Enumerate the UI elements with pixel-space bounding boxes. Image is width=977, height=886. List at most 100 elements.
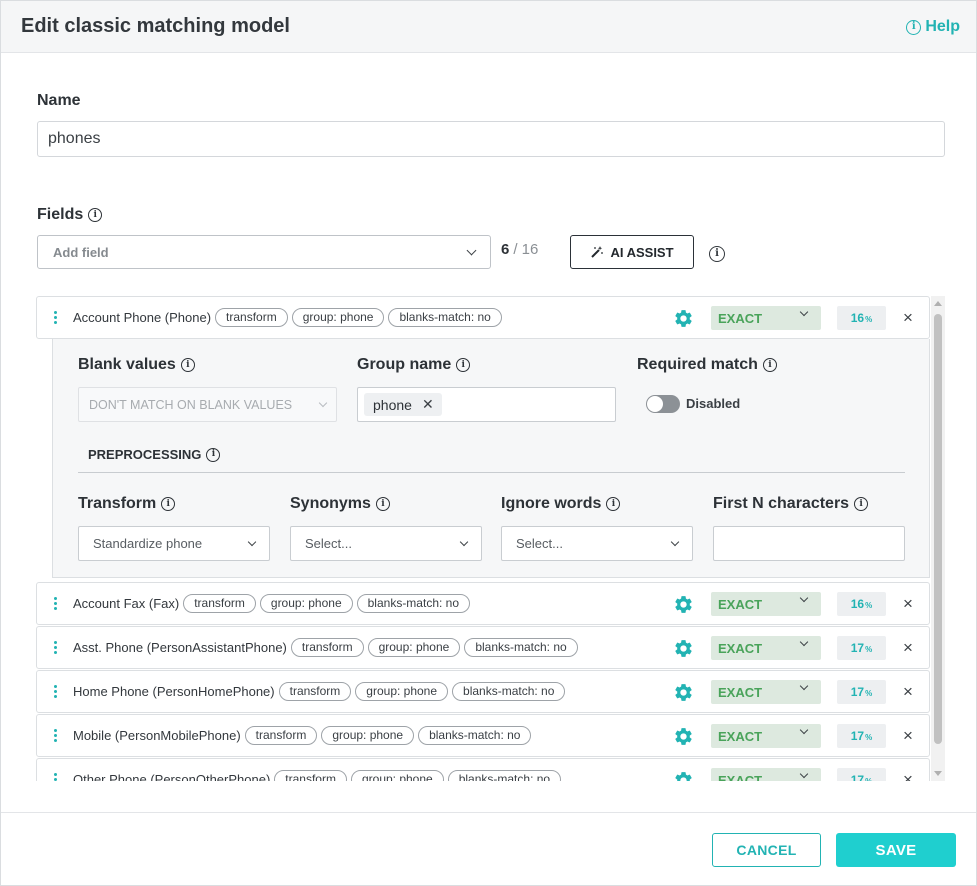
drag-handle-icon[interactable] bbox=[54, 311, 57, 324]
ignore-words-label-text: Ignore words bbox=[501, 495, 602, 512]
ignore-words-placeholder: Select... bbox=[516, 536, 563, 551]
tag-transform: transform bbox=[215, 308, 288, 327]
dialog-title: Edit classic matching model bbox=[21, 15, 290, 37]
drag-handle-icon[interactable] bbox=[54, 729, 57, 742]
cancel-button[interactable]: CANCEL bbox=[712, 833, 821, 867]
scroll-up-icon[interactable] bbox=[934, 301, 942, 306]
weight-value: 16 bbox=[850, 597, 865, 611]
field-row[interactable]: Other Phone (PersonOtherPhone) transform… bbox=[36, 758, 930, 781]
required-match-label-text: Required match bbox=[637, 356, 758, 373]
ignore-words-select[interactable]: Select... bbox=[501, 526, 693, 561]
match-type-select[interactable]: EXACT bbox=[711, 724, 821, 748]
info-icon[interactable]: i bbox=[606, 497, 621, 511]
gear-icon[interactable] bbox=[673, 770, 694, 781]
info-icon[interactable]: i bbox=[762, 358, 777, 372]
drag-handle-icon[interactable] bbox=[54, 685, 57, 698]
match-type-select[interactable]: EXACT bbox=[711, 636, 821, 660]
match-type-select[interactable]: EXACT bbox=[711, 306, 821, 330]
close-icon[interactable]: × bbox=[901, 727, 915, 745]
gear-icon[interactable] bbox=[673, 308, 694, 329]
chevron-down-icon bbox=[799, 637, 809, 647]
close-icon[interactable]: × bbox=[901, 595, 915, 613]
tag-group: group: phone bbox=[350, 770, 444, 781]
add-field-select[interactable]: Add field bbox=[37, 235, 491, 269]
info-icon[interactable]: i bbox=[854, 497, 869, 511]
info-icon[interactable]: i bbox=[206, 447, 221, 462]
field-row[interactable]: Mobile (PersonMobilePhone) transform gro… bbox=[36, 714, 930, 757]
info-icon[interactable]: i bbox=[180, 358, 195, 372]
chevron-down-icon bbox=[799, 725, 809, 735]
field-list-scrollbar[interactable] bbox=[931, 296, 945, 781]
help-link[interactable]: i Help bbox=[906, 18, 960, 36]
field-count-value: 6 bbox=[501, 241, 510, 258]
match-type-value: EXACT bbox=[718, 596, 763, 612]
info-icon[interactable]: i bbox=[375, 497, 390, 511]
match-type-value: EXACT bbox=[718, 728, 763, 744]
info-icon: i bbox=[709, 246, 725, 262]
gear-icon[interactable] bbox=[673, 726, 694, 747]
group-chip: phone ✕ bbox=[364, 393, 442, 416]
info-icon[interactable]: i bbox=[161, 497, 176, 511]
close-icon[interactable]: × bbox=[901, 771, 915, 782]
field-name: Home Phone (PersonHomePhone) bbox=[73, 684, 275, 699]
preprocessing-title: PREPROCESSING i bbox=[88, 447, 221, 462]
name-input[interactable]: phones bbox=[37, 121, 945, 157]
field-list: Account Phone (Phone) transform group: p… bbox=[36, 296, 946, 781]
save-button[interactable]: SAVE bbox=[836, 833, 956, 867]
close-icon[interactable]: × bbox=[901, 639, 915, 657]
close-icon[interactable]: × bbox=[901, 309, 915, 327]
group-name-input[interactable]: phone ✕ bbox=[357, 387, 616, 422]
ai-info[interactable]: i bbox=[709, 243, 725, 262]
preprocessing-title-text: PREPROCESSING bbox=[88, 447, 202, 462]
synonyms-select[interactable]: Select... bbox=[290, 526, 482, 561]
close-icon[interactable]: ✕ bbox=[422, 396, 434, 413]
drag-handle-icon[interactable] bbox=[54, 641, 57, 654]
drag-handle-icon[interactable] bbox=[54, 773, 57, 781]
fields-label-text: Fields bbox=[37, 206, 84, 223]
drag-handle-icon[interactable] bbox=[54, 597, 57, 610]
info-icon[interactable]: i bbox=[456, 358, 471, 372]
transform-select[interactable]: Standardize phone bbox=[78, 526, 270, 561]
tag-blanks-match: blanks-match: no bbox=[464, 638, 578, 657]
blank-values-value: DON'T MATCH ON BLANK VALUES bbox=[89, 397, 293, 412]
weight-value: 17 bbox=[850, 685, 865, 699]
weight-badge: 16% bbox=[837, 592, 886, 616]
info-icon[interactable]: i bbox=[88, 208, 103, 222]
match-type-select[interactable]: EXACT bbox=[711, 768, 821, 781]
field-row[interactable]: Account Fax (Fax) transform group: phone… bbox=[36, 582, 930, 625]
chevron-down-icon bbox=[799, 681, 809, 691]
match-type-select[interactable]: EXACT bbox=[711, 680, 821, 704]
tag-group: group: phone bbox=[355, 682, 449, 701]
close-icon[interactable]: × bbox=[901, 683, 915, 701]
blank-values-select: DON'T MATCH ON BLANK VALUES bbox=[78, 387, 337, 422]
tag-blanks-match: blanks-match: no bbox=[452, 682, 566, 701]
group-chip-label: phone bbox=[373, 396, 412, 413]
chevron-down-icon bbox=[459, 537, 469, 546]
match-type-select[interactable]: EXACT bbox=[711, 592, 821, 616]
field-row[interactable]: Asst. Phone (PersonAssistantPhone) trans… bbox=[36, 626, 930, 669]
tag-group: group: phone bbox=[367, 638, 461, 657]
field-count-max: / 16 bbox=[513, 241, 539, 258]
field-name: Account Phone (Phone) bbox=[73, 310, 212, 325]
first-n-input[interactable] bbox=[713, 526, 905, 561]
tag-group: group: phone bbox=[259, 594, 353, 613]
field-row[interactable]: Account Phone (Phone) transform group: p… bbox=[36, 296, 930, 339]
gear-icon[interactable] bbox=[673, 594, 694, 615]
scroll-down-icon[interactable] bbox=[934, 771, 942, 776]
weight-unit: % bbox=[865, 777, 872, 781]
weight-unit: % bbox=[865, 315, 873, 324]
ai-assist-button[interactable]: AI ASSIST bbox=[570, 235, 694, 269]
weight-value: 17 bbox=[850, 773, 865, 781]
gear-icon[interactable] bbox=[673, 638, 694, 659]
field-row[interactable]: Home Phone (PersonHomePhone) transform g… bbox=[36, 670, 930, 713]
tag-transform: transform bbox=[278, 682, 352, 701]
required-match-label: Required match i bbox=[637, 356, 777, 374]
footer-divider bbox=[1, 812, 976, 813]
match-type-value: EXACT bbox=[718, 684, 763, 700]
ignore-words-label: Ignore words i bbox=[501, 495, 621, 513]
tag-blanks-match: blanks-match: no bbox=[388, 308, 502, 327]
tag-blanks-match: blanks-match: no bbox=[356, 594, 471, 613]
required-match-toggle[interactable] bbox=[646, 395, 680, 413]
scrollbar-thumb[interactable] bbox=[934, 314, 942, 744]
gear-icon[interactable] bbox=[673, 682, 694, 703]
